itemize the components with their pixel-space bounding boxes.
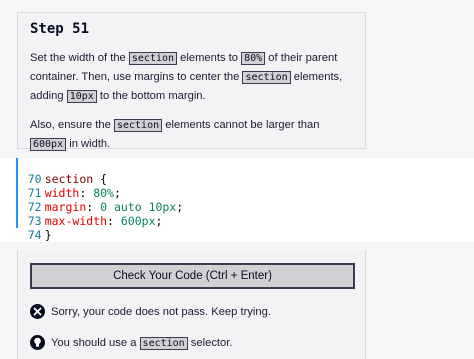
hint-text: You should use a bbox=[51, 336, 140, 349]
code-editor[interactable]: 70 section { 71 width: 80%; 72 margin: 0 au… bbox=[0, 158, 474, 256]
desc-text: Set the width of the bbox=[30, 52, 129, 64]
instructions-area: Step 51 Set the width of the section ele… bbox=[0, 0, 474, 158]
code-section: section bbox=[139, 336, 188, 350]
code-section: section bbox=[242, 71, 291, 84]
editor-line[interactable]: 73 max-width: 600px; bbox=[0, 200, 474, 228]
check-code-button[interactable]: Check Your Code (Ctrl + Enter) bbox=[30, 263, 355, 289]
editor-line[interactable]: 70 section { bbox=[0, 158, 474, 186]
code-10px: 10px bbox=[66, 90, 97, 103]
fail-feedback: Sorry, your code does not pass. Keep try… bbox=[30, 304, 271, 319]
lightbulb-icon bbox=[30, 335, 45, 350]
description-paragraph-2: Also, ensure the section elements cannot… bbox=[30, 116, 353, 154]
desc-text: in width. bbox=[66, 138, 111, 150]
editor-line[interactable]: 75 bbox=[0, 228, 474, 256]
desc-text: Also, ensure the bbox=[30, 119, 114, 131]
editor-line[interactable]: 71 width: 80%; bbox=[0, 172, 474, 200]
hint-text: selector. bbox=[187, 336, 233, 349]
code-section: section bbox=[113, 119, 163, 132]
hint-message: You should use a section selector. bbox=[51, 336, 233, 350]
fail-message: Sorry, your code does not pass. Keep try… bbox=[51, 305, 271, 318]
description-paragraph-1: Set the width of the section elements to… bbox=[30, 49, 353, 106]
desc-text: elements cannot be larger than bbox=[162, 119, 320, 131]
editor-line[interactable]: 72 margin: 0 auto 10px; bbox=[0, 186, 474, 214]
desc-text: to the bottom margin. bbox=[96, 90, 206, 102]
hint-feedback: You should use a section selector. bbox=[30, 335, 232, 350]
desc-text: elements to bbox=[177, 52, 242, 64]
code-section: section bbox=[128, 52, 178, 65]
challenge-description: Step 51 Set the width of the section ele… bbox=[17, 12, 366, 151]
x-circle-icon bbox=[30, 304, 45, 319]
code-80-percent: 80% bbox=[241, 52, 266, 65]
editor-line[interactable]: 74} bbox=[0, 214, 474, 242]
test-results-panel: Check Your Code (Ctrl + Enter) Sorry, yo… bbox=[17, 250, 366, 359]
code-600px: 600px bbox=[30, 138, 67, 151]
step-title: Step 51 bbox=[30, 21, 90, 37]
